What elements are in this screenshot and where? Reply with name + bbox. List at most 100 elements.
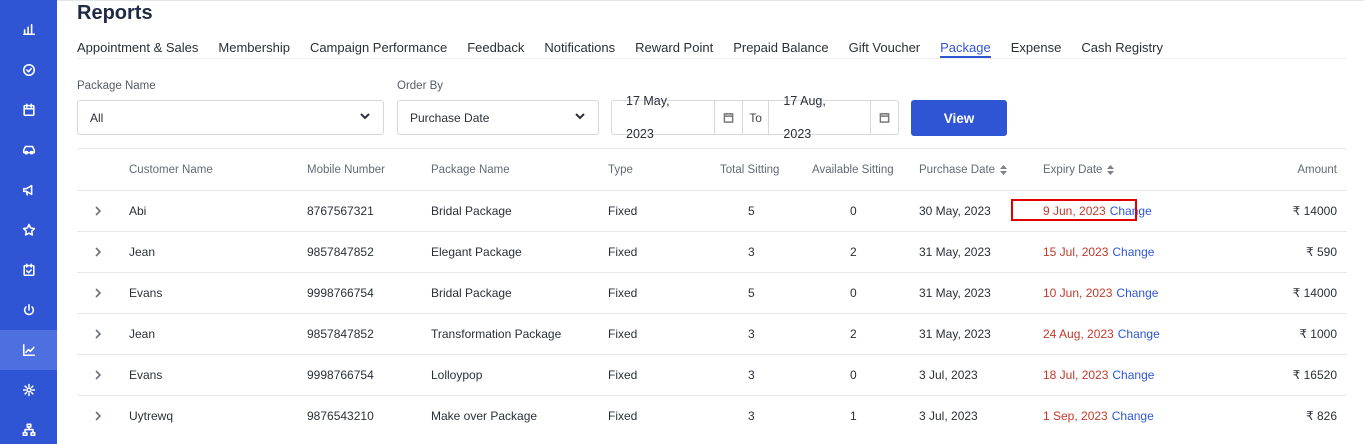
col-package-name: Package Name xyxy=(431,163,510,176)
total-sitting-cell: 5 xyxy=(748,204,755,218)
package-name-cell: Make over Package xyxy=(431,409,538,423)
total-sitting-cell: 3 xyxy=(748,368,755,382)
tab-notifications[interactable]: Notifications xyxy=(544,40,615,58)
power-icon xyxy=(23,303,34,316)
change-expiry-link[interactable]: Change xyxy=(1116,286,1158,300)
top-divider xyxy=(57,0,1364,1)
tab-appointment-sales[interactable]: Appointment & Sales xyxy=(77,40,198,58)
table-row[interactable]: Jean 9857847852 Elegant Package Fixed 3 2 31 M… xyxy=(77,231,1347,272)
sidebar-item-calendar[interactable] xyxy=(0,90,57,130)
package-name-select[interactable]: All xyxy=(77,100,384,135)
table-row[interactable]: Jean 9857847852 Transformation Package Fixe… xyxy=(77,313,1347,354)
col-mobile-number: Mobile Number xyxy=(307,163,385,176)
expand-row-button[interactable] xyxy=(93,314,103,354)
sidebar-item-power[interactable] xyxy=(0,290,57,330)
type-cell: Fixed xyxy=(608,245,638,259)
amount-cell: ₹ 16520 xyxy=(1292,368,1337,382)
col-purchase-date[interactable]: Purchase Date xyxy=(919,149,1008,190)
tab-gift-voucher[interactable]: Gift Voucher xyxy=(849,40,921,58)
tab-membership[interactable]: Membership xyxy=(218,40,290,58)
sidebar-item-settings[interactable] xyxy=(0,370,57,410)
col-amount: Amount xyxy=(1297,163,1337,176)
expiry-date-value: 24 Aug, 2023 xyxy=(1043,327,1114,341)
star-icon xyxy=(22,223,35,236)
type-cell: Fixed xyxy=(608,327,638,341)
tab-prepaid-balance[interactable]: Prepaid Balance xyxy=(733,40,828,58)
tab-campaign-performance[interactable]: Campaign Performance xyxy=(310,40,447,58)
order-by-label: Order By xyxy=(397,80,444,92)
sidebar-item-analytics[interactable] xyxy=(0,9,57,49)
order-by-value: Purchase Date xyxy=(410,110,490,125)
view-button[interactable]: View xyxy=(911,100,1007,136)
chevron-right-icon xyxy=(95,288,102,298)
megaphone-icon xyxy=(22,184,32,196)
date-from-input[interactable]: 17 May, 2023 xyxy=(612,85,714,151)
package-name-cell: Transformation Package xyxy=(431,327,562,341)
purchase-date-cell: 31 May, 2023 xyxy=(919,327,991,341)
customer-name-cell: Jean xyxy=(129,245,156,259)
available-sitting-cell: 1 xyxy=(850,409,857,423)
expand-row-button[interactable] xyxy=(93,273,103,313)
col-expiry-date[interactable]: Expiry Date xyxy=(1043,149,1115,190)
chevron-right-icon xyxy=(95,247,102,257)
expiry-date-cell: 10 Jun, 2023 Change xyxy=(1043,273,1158,313)
expiry-date-value: 9 Jun, 2023 xyxy=(1043,204,1106,218)
tab-expense[interactable]: Expense xyxy=(1011,40,1062,58)
date-to-input[interactable]: 17 Aug, 2023 xyxy=(769,85,870,151)
expand-row-button[interactable] xyxy=(93,191,103,231)
customer-name-cell: Jean xyxy=(129,327,156,341)
tab-reward-point[interactable]: Reward Point xyxy=(635,40,713,58)
table-row[interactable]: Evans 9998766754 Bridal Package Fixed 5 0 31 M… xyxy=(77,272,1347,313)
expand-row-button[interactable] xyxy=(93,396,103,436)
purchase-date-cell: 31 May, 2023 xyxy=(919,245,991,259)
change-expiry-link[interactable]: Change xyxy=(1118,327,1160,341)
amount-cell: ₹ 14000 xyxy=(1292,204,1337,218)
change-expiry-link[interactable]: Change xyxy=(1112,409,1154,423)
mobile-number-cell: 9857847852 xyxy=(307,327,374,341)
available-sitting-cell: 0 xyxy=(850,204,857,218)
total-sitting-cell: 3 xyxy=(748,245,755,259)
order-by-select[interactable]: Purchase Date xyxy=(397,100,599,135)
amount-cell: ₹ 1000 xyxy=(1299,327,1337,341)
expand-row-button[interactable] xyxy=(93,355,103,395)
date-range-picker: 17 May, 2023 To 17 Aug, 2023 xyxy=(611,94,899,141)
change-expiry-link[interactable]: Change xyxy=(1112,368,1154,382)
col-type: Type xyxy=(608,163,633,176)
calendar-icon xyxy=(22,103,35,117)
sidebar-item-tasks[interactable] xyxy=(0,50,57,90)
sidebar-item-appointments[interactable] xyxy=(0,250,57,290)
col-purchase-date-label: Purchase Date xyxy=(919,163,996,176)
tab-feedback[interactable]: Feedback xyxy=(467,40,524,58)
table-row[interactable]: Uytrewq 9876543210 Make over Package Fixed 3… xyxy=(77,395,1347,436)
sidebar-item-campaigns[interactable] xyxy=(0,170,57,210)
package-name-cell: Bridal Package xyxy=(431,204,512,218)
chevron-down-icon xyxy=(359,110,371,125)
expiry-date-value: 10 Jun, 2023 xyxy=(1043,286,1113,300)
check-circle-icon xyxy=(22,63,35,77)
package-name-cell: Lolloypop xyxy=(431,368,483,382)
tab-package[interactable]: Package xyxy=(940,40,991,58)
sidebar-item-reports[interactable] xyxy=(0,330,57,370)
page-title: Reports xyxy=(77,2,153,24)
change-expiry-link[interactable]: Change xyxy=(1110,204,1152,218)
sidebar-item-services[interactable] xyxy=(0,130,57,170)
available-sitting-cell: 2 xyxy=(850,245,857,259)
date-to-calendar-button[interactable] xyxy=(870,101,898,134)
sidebar-item-favorites[interactable] xyxy=(0,210,57,250)
date-from-calendar-button[interactable] xyxy=(714,101,742,134)
calendar-check-icon xyxy=(22,263,35,277)
purchase-date-cell: 3 Jul, 2023 xyxy=(919,409,978,423)
chevron-right-icon xyxy=(95,411,102,421)
table-row[interactable]: Abi 8767567321 Bridal Package Fixed 5 0 30 May… xyxy=(77,190,1347,231)
package-report-table: Customer Name Mobile Number Package Name… xyxy=(77,148,1347,436)
gear-icon xyxy=(22,383,35,397)
sidebar-item-organization[interactable] xyxy=(0,410,57,444)
expiry-date-cell: 15 Jul, 2023 Change xyxy=(1043,232,1154,272)
table-row[interactable]: Evans 9998766754 Lolloypop Fixed 3 0 3 Jul, 20… xyxy=(77,354,1347,395)
expand-row-button[interactable] xyxy=(93,232,103,272)
col-expiry-date-label: Expiry Date xyxy=(1043,163,1103,176)
mobile-number-cell: 9876543210 xyxy=(307,409,374,423)
change-expiry-link[interactable]: Change xyxy=(1112,245,1154,259)
bar-chart-icon xyxy=(22,23,35,36)
tab-cash-registry[interactable]: Cash Registry xyxy=(1081,40,1163,58)
